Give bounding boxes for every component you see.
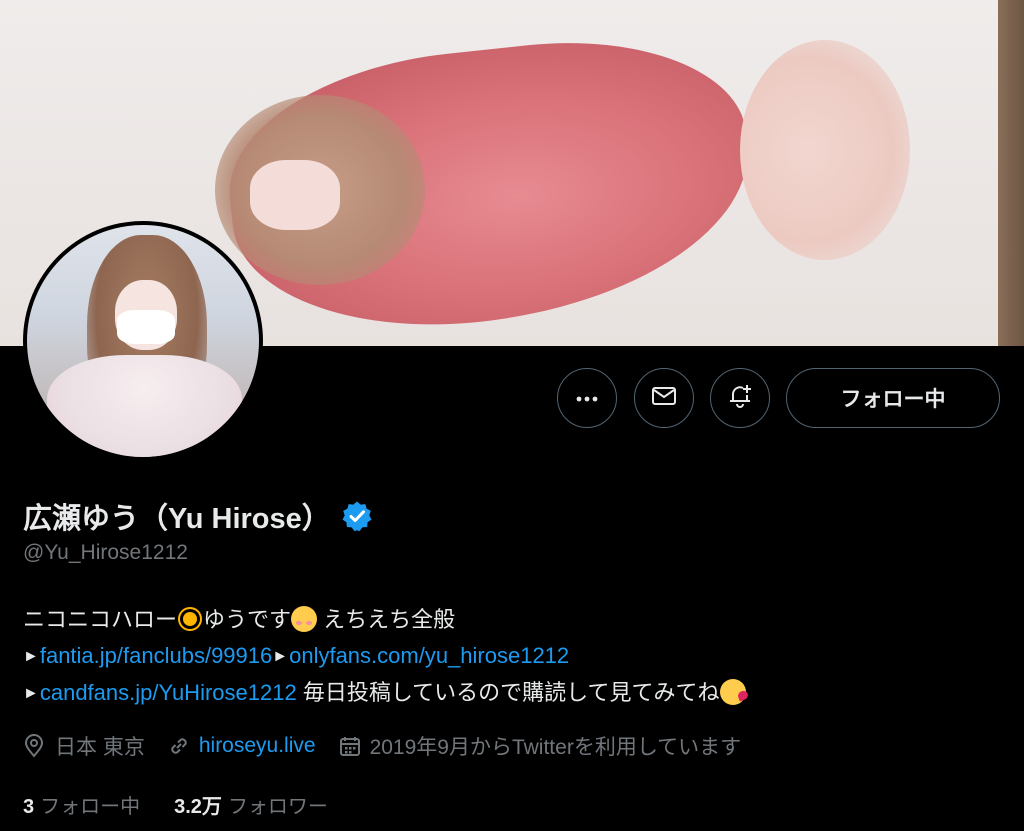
sun-emoji-icon <box>177 606 203 632</box>
banner-face-shape <box>250 160 340 230</box>
bio-link-fantia[interactable]: fantia.jp/fanclubs/99916 <box>40 643 272 668</box>
arrow-marker-icon: ► <box>23 648 39 665</box>
followers-stat[interactable]: 3.2万 フォロワー <box>174 790 328 819</box>
name-row: 広瀬ゆう（Yu Hirose） <box>23 495 375 537</box>
more-horizontal-icon <box>576 389 598 407</box>
bio-line-3: ►candfans.jp/YuHirose1212 毎日投稿しているので購読して… <box>23 675 746 712</box>
meta-website: hiroseyu.live <box>167 734 316 758</box>
bio-line-2: ►fantia.jp/fanclubs/99916►onlyfans.com/y… <box>23 638 746 675</box>
location-text: 日本 東京 <box>55 736 145 759</box>
display-name: 広瀬ゆう（Yu Hirose） <box>23 503 331 535</box>
followers-count: 3.2万 <box>174 796 222 818</box>
profile-bio: ニコニコハロー ゆうです えちえち全般 ►fantia.jp/fanclubs/9… <box>23 602 746 712</box>
calendar-icon <box>338 734 362 758</box>
face-blowing-kiss-emoji-icon <box>719 679 746 705</box>
meta-location: 日本 東京 <box>23 731 145 761</box>
profile-handle: @Yu_Hirose1212 <box>23 541 188 564</box>
joined-text: 2019年9月からTwitterを利用しています <box>369 736 742 759</box>
arrow-marker-icon: ► <box>23 685 39 702</box>
notify-button[interactable] <box>710 368 770 428</box>
avatar-mask-shape <box>117 310 175 344</box>
bio-link-candfans[interactable]: candfans.jp/YuHirose1212 <box>40 680 297 705</box>
arrow-marker-icon: ► <box>272 648 289 665</box>
website-link[interactable]: hiroseyu.live <box>199 734 316 758</box>
more-button[interactable] <box>557 368 617 428</box>
smiling-face-emoji-icon <box>291 606 318 632</box>
avatar-image <box>27 225 259 457</box>
meta-joined: 2019年9月からTwitterを利用しています <box>338 731 742 761</box>
banner-wood-edge <box>998 0 1024 346</box>
verified-badge-icon[interactable] <box>341 499 375 533</box>
profile-stats: 3 フォロー中 3.2万 フォロワー <box>23 790 362 819</box>
avatar-robe-shape <box>47 355 242 457</box>
link-icon <box>167 734 191 758</box>
banner-legs-shape <box>740 40 910 260</box>
envelope-icon <box>651 385 677 412</box>
message-button[interactable] <box>634 368 694 428</box>
profile-meta: 日本 東京 hiroseyu.live 2019年9月からTwitterを利用し… <box>23 731 763 761</box>
location-pin-icon <box>23 734 47 758</box>
following-count: 3 <box>23 796 35 818</box>
following-label: フォロー中 <box>40 796 141 818</box>
bio-line-1: ニコニコハロー ゆうです えちえち全般 <box>23 602 746 638</box>
followers-label: フォロワー <box>227 796 328 818</box>
bio-text-subscribe: 毎日投稿しているので購読して見てみてね <box>296 680 720 705</box>
bell-plus-icon <box>726 382 754 415</box>
bio-text-greeting: ニコニコハロー <box>23 607 178 632</box>
bio-link-onlyfans[interactable]: onlyfans.com/yu_hirose1212 <box>289 643 569 668</box>
bio-text-intro: ゆうです <box>203 607 292 632</box>
avatar[interactable] <box>23 221 263 461</box>
following-stat[interactable]: 3 フォロー中 <box>23 790 140 819</box>
bio-text-genre: えちえち全般 <box>317 607 456 632</box>
following-button-label: フォロー中 <box>840 388 946 411</box>
following-button[interactable]: フォロー中 <box>786 368 1000 428</box>
